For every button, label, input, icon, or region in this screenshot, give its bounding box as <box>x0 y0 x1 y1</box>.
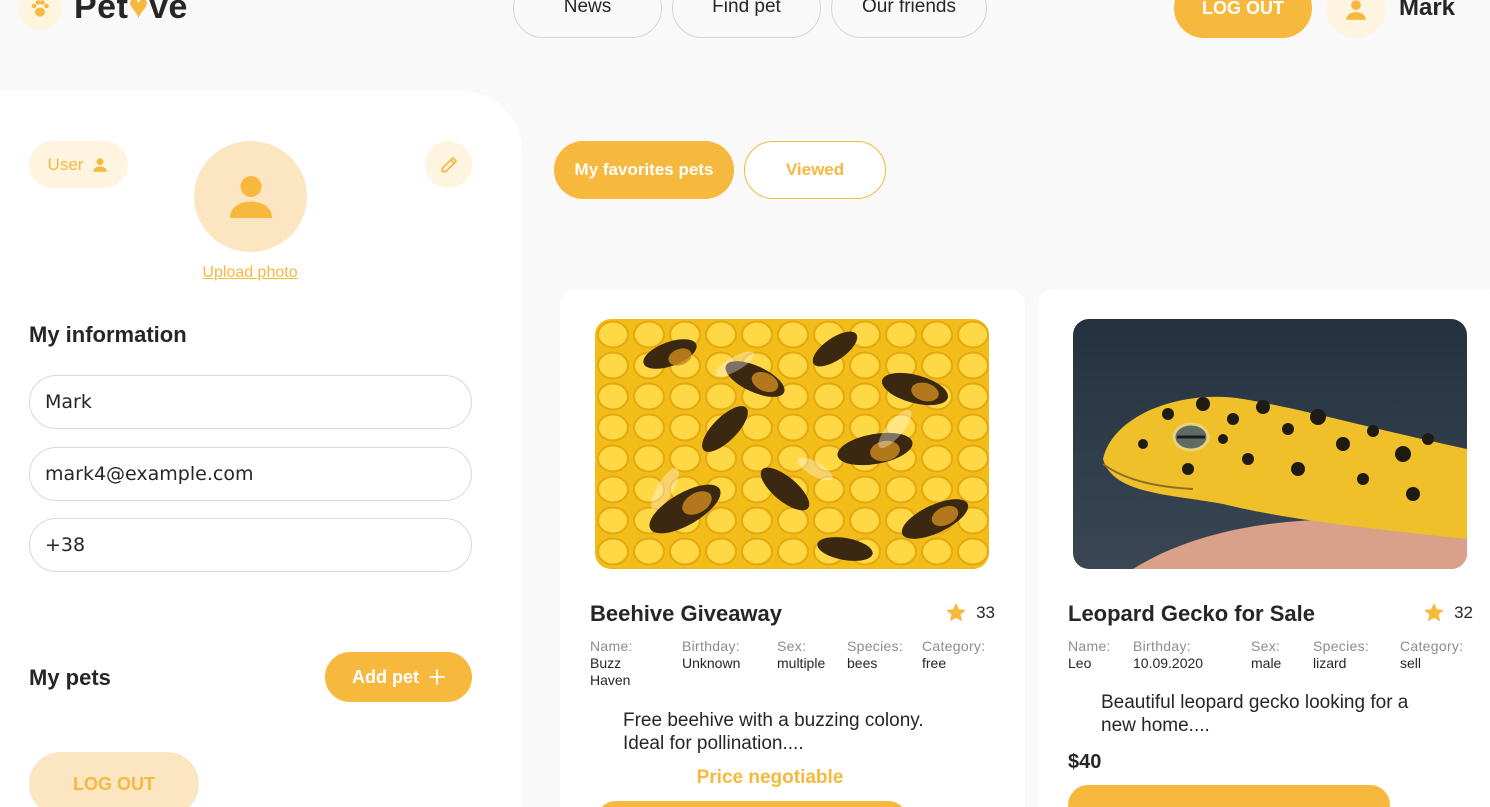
name-field[interactable] <box>29 375 472 429</box>
detail-birthday-key: Birthday: <box>1133 638 1191 654</box>
pet-photo-beehive <box>595 319 989 569</box>
profile-logout-button[interactable]: LOG OUT <box>29 752 199 807</box>
detail-sex-key: Sex: <box>1251 638 1281 654</box>
upload-photo-link[interactable]: Upload photo <box>0 264 500 282</box>
pet-photo-gecko <box>1073 319 1467 569</box>
header-avatar[interactable] <box>1326 0 1386 38</box>
detail-sex: Sex: multiple <box>777 638 825 672</box>
detail-name-key: Name: <box>590 638 633 654</box>
comment-line-2: new home.... <box>1101 715 1210 736</box>
nav-find-pet[interactable]: Find pet <box>672 0 821 38</box>
paw-icon <box>31 0 49 17</box>
detail-category-value: free <box>922 655 947 671</box>
phone-field[interactable] <box>29 518 472 572</box>
detail-name: Name: Leo <box>1068 638 1111 672</box>
detail-birthday-value: Unknown <box>682 655 741 671</box>
pet-card-comment: Free beehive with a buzzing colony. Idea… <box>623 709 924 755</box>
detail-category: Category: sell <box>1400 638 1463 672</box>
pet-card-popularity: 33 <box>944 601 995 625</box>
logo-prefix: Pet <box>74 0 129 26</box>
detail-category: Category: free <box>922 638 985 672</box>
comment-line-1: Beautiful leopard gecko looking for a <box>1101 692 1409 713</box>
detail-birthday: Birthday: 10.09.2020 <box>1133 638 1203 672</box>
star-icon <box>946 603 966 622</box>
pet-card-popularity: 32 <box>1422 601 1473 625</box>
comment-line-1: Free beehive with a buzzing colony. <box>623 710 924 731</box>
detail-sex: Sex: male <box>1251 638 1281 672</box>
nav-news[interactable]: News <box>513 0 662 38</box>
detail-species-value: lizard <box>1313 655 1347 671</box>
profile-avatar <box>194 141 307 252</box>
pet-card-price: $40 <box>1068 751 1102 773</box>
detail-sex-key: Sex: <box>777 638 807 654</box>
detail-species: Species: bees <box>847 638 903 672</box>
learn-more-button[interactable] <box>1068 785 1390 807</box>
edit-profile-button[interactable] <box>425 141 472 188</box>
heart-icon: ♥ <box>128 0 150 26</box>
user-badge-label: User <box>47 154 84 174</box>
learn-more-button[interactable] <box>596 801 908 807</box>
header-logout-button[interactable]: LOG OUT <box>1174 0 1312 38</box>
user-icon <box>229 175 272 218</box>
logo-suffix: ve <box>149 0 188 26</box>
my-information-title: My information <box>29 322 187 347</box>
star-icon <box>1424 603 1444 622</box>
popularity-count: 32 <box>1454 603 1473 622</box>
detail-species-key: Species: <box>1313 638 1370 654</box>
detail-birthday-key: Birthday: <box>682 638 740 654</box>
plus-icon <box>429 669 445 685</box>
detail-category-key: Category: <box>1400 638 1464 654</box>
pet-card: Leopard Gecko for Sale 32 Name: Leo Birt… <box>1038 289 1490 807</box>
nav-our-friends[interactable]: Our friends <box>831 0 987 38</box>
detail-name-value: Buzz <box>590 655 622 671</box>
detail-species-value: bees <box>847 655 878 671</box>
add-pet-button[interactable]: Add pet <box>325 652 472 702</box>
tab-favorites[interactable]: My favorites pets <box>554 141 734 199</box>
tab-viewed[interactable]: Viewed <box>744 141 886 199</box>
profile-panel: User Upload photo My information My pets… <box>0 91 522 807</box>
detail-species-key: Species: <box>847 638 904 654</box>
header-username[interactable]: Mark <box>1399 0 1455 22</box>
detail-birthday: Birthday: Unknown <box>682 638 740 672</box>
detail-name-key: Name: <box>1068 638 1111 654</box>
logo-paw-badge[interactable] <box>18 0 62 30</box>
user-badge: User <box>29 141 128 188</box>
detail-name: Name: Buzz Haven <box>590 638 633 689</box>
pet-card: Beehive Giveaway 33 Name: Buzz Haven Bir… <box>560 289 1025 807</box>
detail-category-value: sell <box>1400 655 1422 671</box>
detail-sex-value: male <box>1251 655 1282 671</box>
pet-card-comment: Beautiful leopard gecko looking for a ne… <box>1101 691 1408 737</box>
email-field[interactable] <box>29 447 472 501</box>
detail-category-key: Category: <box>922 638 986 654</box>
pencil-icon <box>441 156 457 172</box>
detail-name-value: Leo <box>1068 655 1092 671</box>
detail-birthday-value: 10.09.2020 <box>1133 655 1204 671</box>
user-icon <box>1346 0 1366 20</box>
pet-card-title: Leopard Gecko for Sale <box>1068 601 1315 626</box>
pet-card-price: Price negotiable <box>696 767 844 788</box>
detail-species: Species: lizard <box>1313 638 1369 672</box>
my-pets-title: My pets <box>29 665 111 690</box>
user-icon <box>93 157 108 172</box>
add-pet-label: Add pet <box>352 666 419 687</box>
logo[interactable]: Pet♥ve <box>74 0 188 27</box>
pet-card-title: Beehive Giveaway <box>590 601 783 626</box>
popularity-count: 33 <box>976 603 995 622</box>
detail-sex-value: multiple <box>777 655 826 671</box>
comment-line-2: Ideal for pollination.... <box>623 733 804 754</box>
detail-name-value-2: Haven <box>590 672 631 688</box>
